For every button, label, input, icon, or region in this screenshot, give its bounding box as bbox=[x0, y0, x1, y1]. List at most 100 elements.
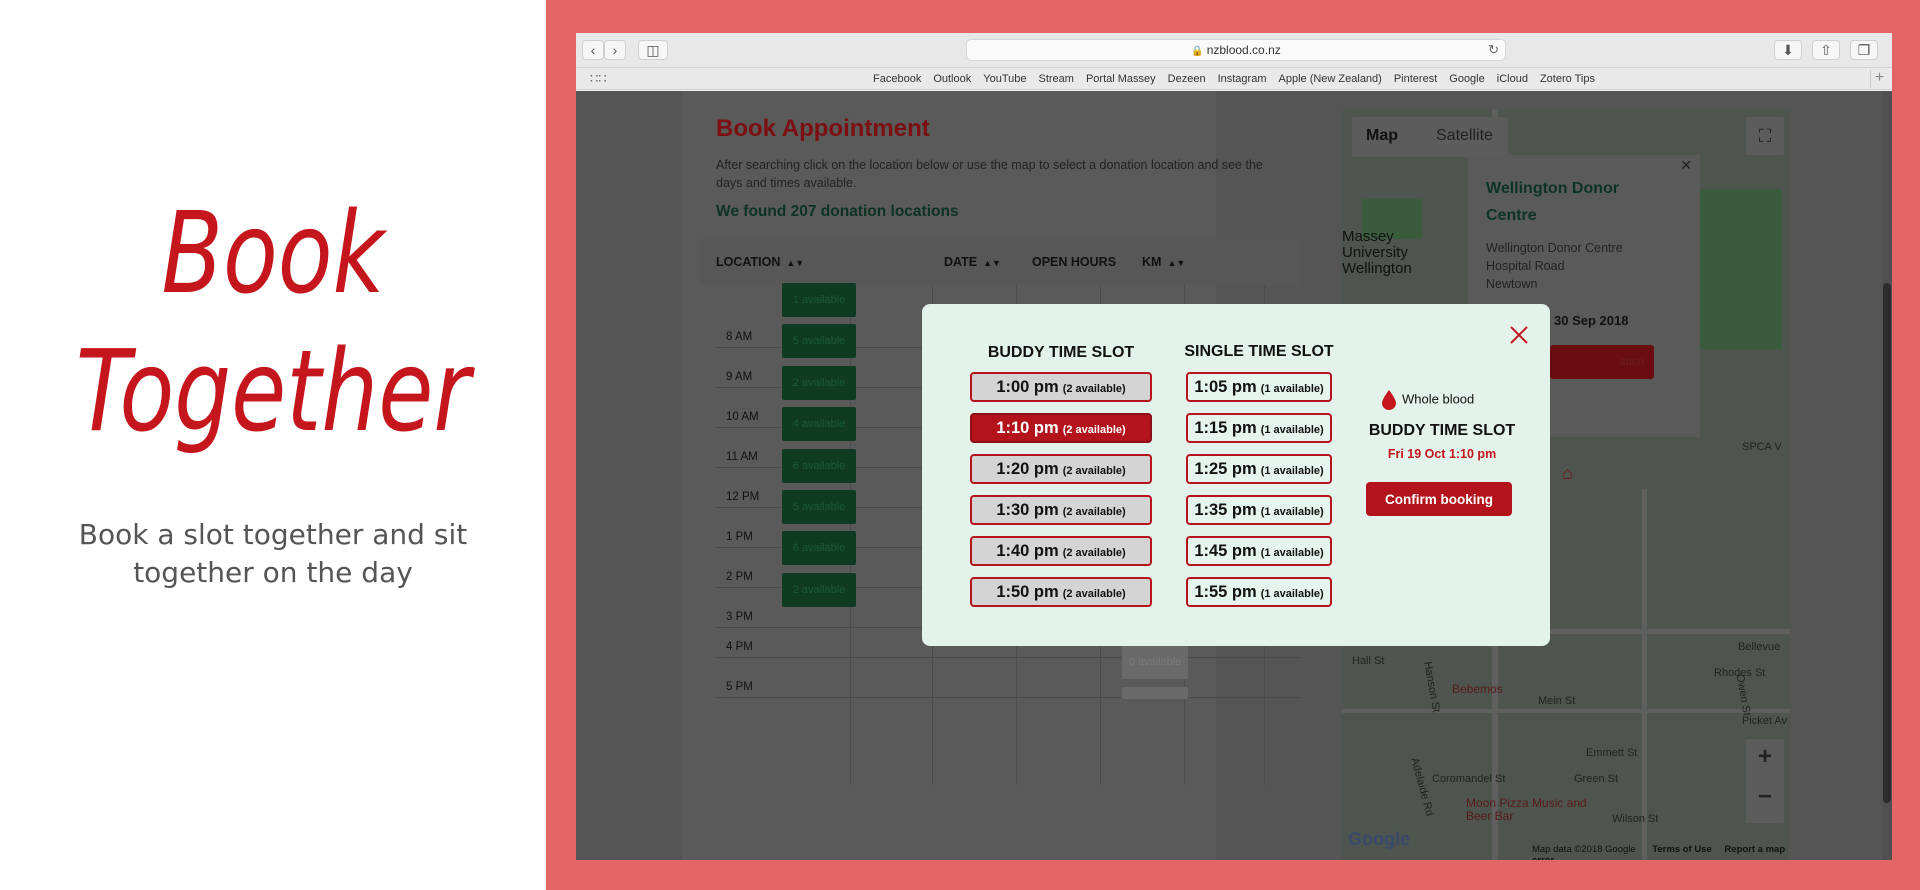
back-icon[interactable]: ‹ bbox=[582, 40, 604, 60]
hour-label: 4 PM bbox=[726, 641, 753, 653]
terms-link[interactable]: Terms of Use bbox=[1652, 844, 1711, 855]
map-pin-icon[interactable]: ⌂ bbox=[1562, 463, 1573, 484]
reload-icon[interactable]: ↻ bbox=[1488, 40, 1499, 60]
hero-tagline: Book a slot together and sit together on… bbox=[78, 518, 468, 589]
column-date[interactable]: DATE ▲▼ bbox=[944, 255, 1001, 269]
bookmark-list: Facebook Outlook YouTube Stream Portal Masse… bbox=[576, 68, 1892, 90]
slot-time: 1:15 pm bbox=[1194, 419, 1257, 437]
table-row-divider bbox=[716, 697, 1300, 698]
add-tab-icon[interactable]: + bbox=[1870, 70, 1888, 88]
street-label: Rhodes St bbox=[1714, 667, 1766, 679]
sort-icon: ▲▼ bbox=[983, 258, 1001, 268]
buddy-slot-button[interactable]: 1:30 pm (2 available) bbox=[970, 495, 1152, 525]
slot-availability: (2 available) bbox=[1062, 424, 1126, 436]
single-slot-button[interactable]: 1:45 pm (1 available) bbox=[1186, 536, 1332, 566]
column-location[interactable]: LOCATION ▲▼ bbox=[716, 255, 804, 269]
download-icon[interactable]: ⬇ bbox=[1774, 40, 1802, 60]
buddy-slot-button[interactable]: 1:00 pm (2 available) bbox=[970, 372, 1152, 402]
blood-drop-icon bbox=[1382, 390, 1396, 410]
column-km[interactable]: KM ▲▼ bbox=[1142, 255, 1185, 269]
street-label: Adelaide Rd bbox=[1408, 756, 1436, 818]
address-bar[interactable]: 🔒 nzblood.co.nz ↻ bbox=[966, 39, 1506, 61]
map-type-map[interactable]: Map bbox=[1366, 127, 1398, 145]
zoom-out-button[interactable]: − bbox=[1746, 783, 1784, 811]
slot-time: 1:35 pm bbox=[1194, 501, 1257, 519]
availability-button[interactable] bbox=[1122, 687, 1188, 699]
hour-label: 8 AM bbox=[726, 331, 753, 343]
buddy-slot-button[interactable]: 1:40 pm (2 available) bbox=[970, 536, 1152, 566]
google-logo: Google bbox=[1348, 829, 1410, 849]
street-label: Emmett St bbox=[1586, 747, 1638, 759]
results-count: We found 207 donation locations bbox=[716, 203, 959, 220]
street-label: Picket Av bbox=[1742, 715, 1788, 727]
availability-button[interactable]: 6 available bbox=[782, 531, 856, 566]
map-road bbox=[1642, 489, 1647, 860]
fullscreen-icon[interactable]: ⛶ bbox=[1746, 117, 1784, 155]
availability-button[interactable]: 2 available bbox=[782, 365, 856, 400]
hour-label: 10 AM bbox=[726, 411, 759, 423]
availability-button[interactable]: 2 available bbox=[782, 572, 856, 607]
close-icon[interactable] bbox=[1508, 324, 1530, 346]
donation-type: Whole blood bbox=[1382, 390, 1522, 410]
availability-button[interactable]: 0 available bbox=[1122, 645, 1188, 679]
zoom-in-button[interactable]: + bbox=[1746, 743, 1784, 771]
info-action-button[interactable]: ation bbox=[1550, 345, 1654, 379]
map-type-switch: Map Satellite bbox=[1352, 117, 1508, 157]
street-label: Coromandel St bbox=[1432, 773, 1506, 785]
street-label: Mein St bbox=[1538, 695, 1576, 707]
forward-icon[interactable]: › bbox=[604, 40, 626, 60]
bookmark-item[interactable]: Stream bbox=[1038, 73, 1073, 85]
slot-availability: (2 available) bbox=[1062, 506, 1126, 518]
single-slot-button[interactable]: 1:15 pm (1 available) bbox=[1186, 413, 1332, 443]
tabs-icon[interactable]: ❐ bbox=[1850, 40, 1878, 60]
hour-label: 12 PM bbox=[726, 491, 760, 503]
bookmark-item[interactable]: Zotero Tips bbox=[1540, 73, 1595, 85]
single-slot-button[interactable]: 1:35 pm (1 available) bbox=[1186, 495, 1332, 525]
sidebar-icon[interactable]: ◫ bbox=[638, 40, 668, 60]
single-slot-button[interactable]: 1:55 pm (1 available) bbox=[1186, 577, 1332, 607]
availability-button[interactable]: 5 available bbox=[782, 490, 856, 524]
map-zoom-control: + − bbox=[1746, 739, 1784, 823]
map-type-satellite[interactable]: Satellite bbox=[1436, 127, 1493, 145]
buddy-slot-button[interactable]: 1:20 pm (2 available) bbox=[970, 454, 1152, 484]
hour-label: 9 AM bbox=[726, 371, 753, 383]
street-label: Hall St bbox=[1352, 655, 1385, 667]
availability-button[interactable]: 4 available bbox=[782, 407, 856, 442]
availability-button[interactable]: 5 available bbox=[782, 324, 856, 359]
share-icon[interactable]: ⇧ bbox=[1812, 40, 1840, 60]
lock-icon: 🔒 bbox=[1191, 46, 1204, 57]
info-location-name: Wellington Donor Centre bbox=[1486, 180, 1620, 224]
buddy-slot-button[interactable]: 1:50 pm (2 available) bbox=[970, 577, 1152, 607]
single-slot-button[interactable]: 1:25 pm (1 available) bbox=[1186, 454, 1332, 484]
bookmark-item[interactable]: Dezeen bbox=[1168, 73, 1206, 85]
bookmark-item[interactable]: Apple (New Zealand) bbox=[1279, 73, 1382, 85]
bookmark-item[interactable]: Pinterest bbox=[1394, 73, 1437, 85]
time-slot-modal: BUDDY TIME SLOT SINGLE TIME SLOT 1:00 pm… bbox=[922, 304, 1550, 646]
slot-availability: (1 available) bbox=[1260, 383, 1324, 395]
availability-button[interactable]: 1 available bbox=[782, 283, 856, 317]
buddy-slot-heading: BUDDY TIME SLOT bbox=[987, 344, 1135, 361]
street-label: Bellevue bbox=[1738, 641, 1781, 653]
slot-availability: (2 available) bbox=[1062, 588, 1126, 600]
availability-button[interactable]: 6 available bbox=[782, 448, 856, 483]
bookmark-item[interactable]: Portal Massey bbox=[1086, 73, 1156, 85]
slot-time: 1:20 pm bbox=[996, 460, 1059, 478]
buddy-slot-button[interactable]: 1:10 pm (2 available) bbox=[970, 413, 1152, 443]
bookmark-item[interactable]: Google bbox=[1449, 73, 1484, 85]
hour-label: 2 PM bbox=[726, 571, 753, 583]
scrollbar-thumb[interactable] bbox=[1883, 283, 1891, 803]
slot-time: 1:10 pm bbox=[996, 419, 1059, 437]
column-open-hours[interactable]: OPEN HOURS bbox=[1032, 255, 1116, 269]
bookmark-item[interactable]: Outlook bbox=[933, 73, 971, 85]
map-footer: Map data ©2018 Google Terms of Use Repor… bbox=[1532, 844, 1790, 860]
bookmark-item[interactable]: Facebook bbox=[873, 73, 921, 85]
single-slot-button[interactable]: 1:05 pm (1 available) bbox=[1186, 372, 1332, 402]
slot-time: 1:05 pm bbox=[1194, 378, 1257, 396]
sort-icon: ▲▼ bbox=[786, 258, 805, 268]
bookmark-item[interactable]: iCloud bbox=[1497, 73, 1528, 85]
bookmark-item[interactable]: YouTube bbox=[983, 73, 1026, 85]
bookmark-item[interactable]: Instagram bbox=[1218, 73, 1267, 85]
close-icon[interactable]: ✕ bbox=[1680, 157, 1692, 174]
confirm-booking-button[interactable]: Confirm booking bbox=[1366, 482, 1512, 516]
map-label-massey: Massey University Wellington bbox=[1342, 228, 1412, 277]
